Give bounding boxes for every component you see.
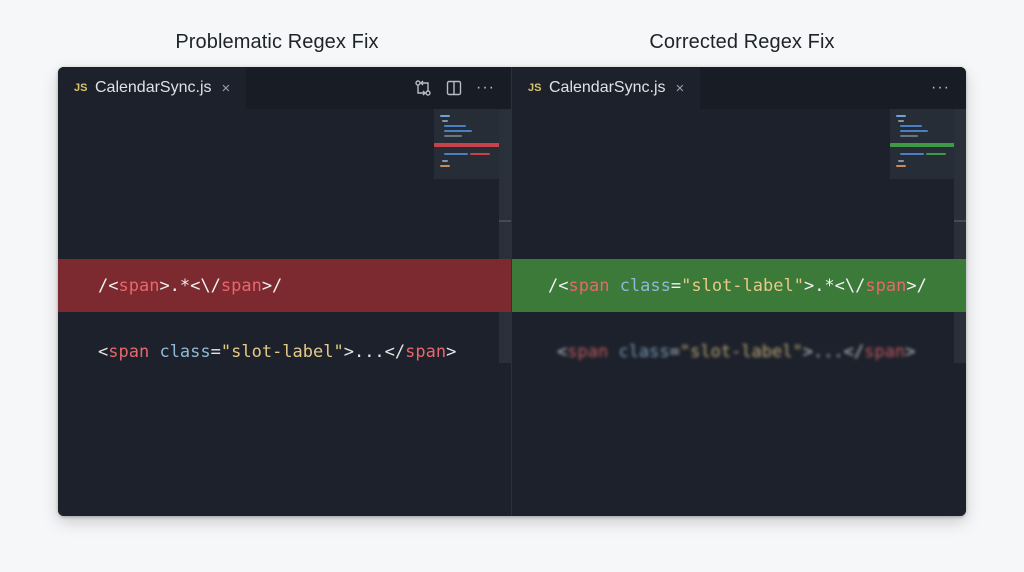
code-line: /<span class="slot-label">.*<\/span>/ — [548, 276, 927, 296]
corrected-heading: Corrected Regex Fix — [649, 31, 835, 53]
left-file-tab[interactable]: JS CalendarSync.js × — [58, 67, 246, 109]
left-editor-pane: JS CalendarSync.js × ··· /<span>.*<\/spa… — [58, 67, 511, 516]
right-tab-bar: JS CalendarSync.js × ··· — [512, 67, 966, 109]
left-tab-filename: CalendarSync.js — [95, 79, 212, 96]
left-tab-bar: JS CalendarSync.js × ··· — [58, 67, 511, 109]
code-token: span — [405, 342, 447, 362]
code-token: class — [159, 342, 211, 362]
code-token: >...</ — [343, 342, 406, 362]
code-token: class — [619, 275, 671, 296]
html-sample-line: <span class="slot-label">...</span> — [58, 327, 511, 377]
left-editor-actions: ··· — [400, 67, 495, 109]
code-token: >.*<\/ — [159, 275, 221, 296]
left-minimap[interactable] — [434, 109, 500, 179]
code-token: class — [618, 342, 670, 362]
code-token: span — [567, 342, 609, 362]
code-token: span — [118, 275, 160, 296]
js-file-icon: JS — [74, 82, 88, 94]
editor-window: JS CalendarSync.js × ··· /<span>.*<\/spa… — [58, 67, 966, 516]
code-token: > — [446, 342, 457, 362]
code-token: "slot-label" — [679, 342, 803, 362]
split-editor-icon[interactable] — [446, 80, 462, 96]
code-token: >...</ — [802, 342, 865, 362]
left-scrollbar[interactable] — [499, 109, 511, 363]
code-token: /< — [98, 275, 119, 296]
problematic-heading: Problematic Regex Fix — [175, 31, 379, 53]
code-token: span — [568, 275, 610, 296]
code-token: span — [108, 342, 150, 362]
more-icon[interactable]: ··· — [476, 79, 495, 97]
js-file-icon: JS — [528, 82, 542, 94]
compare-changes-icon[interactable] — [414, 79, 432, 97]
code-token: span — [220, 275, 262, 296]
close-icon[interactable]: × — [676, 81, 685, 96]
right-file-tab[interactable]: JS CalendarSync.js × — [512, 67, 700, 109]
code-token: >/ — [261, 275, 283, 296]
code-token: = — [670, 275, 682, 296]
right-scrollbar[interactable] — [954, 109, 966, 363]
code-token: span — [865, 275, 907, 296]
right-minimap[interactable] — [890, 109, 956, 179]
code-token: > — [905, 342, 916, 362]
right-editor-pane: JS CalendarSync.js × ··· /<span class="s — [512, 67, 966, 516]
right-editor-actions: ··· — [917, 67, 950, 109]
code-line: /<span>.*<\/span>/ — [98, 276, 282, 296]
code-token: >.*<\/ — [803, 275, 866, 296]
code-token: "slot-label" — [220, 342, 344, 362]
code-line: <span class="slot-label">...</span> — [557, 342, 915, 362]
code-token: span — [864, 342, 906, 362]
code-token: < — [98, 342, 109, 362]
right-tab-filename: CalendarSync.js — [549, 79, 666, 96]
problematic-regex-line: /<span>.*<\/span>/ — [58, 259, 511, 312]
code-token: = — [669, 342, 680, 362]
code-token: "slot-label" — [681, 275, 804, 296]
more-icon[interactable]: ··· — [931, 79, 950, 97]
code-token: /< — [548, 275, 569, 296]
code-line: <span class="slot-label">...</span> — [98, 342, 456, 362]
close-icon[interactable]: × — [222, 81, 231, 96]
code-token: = — [210, 342, 221, 362]
corrected-regex-line: /<span class="slot-label">.*<\/span>/ — [512, 259, 966, 312]
code-token: < — [557, 342, 568, 362]
html-sample-line: <span class="slot-label">...</span> — [512, 327, 966, 377]
code-token: >/ — [906, 275, 927, 296]
